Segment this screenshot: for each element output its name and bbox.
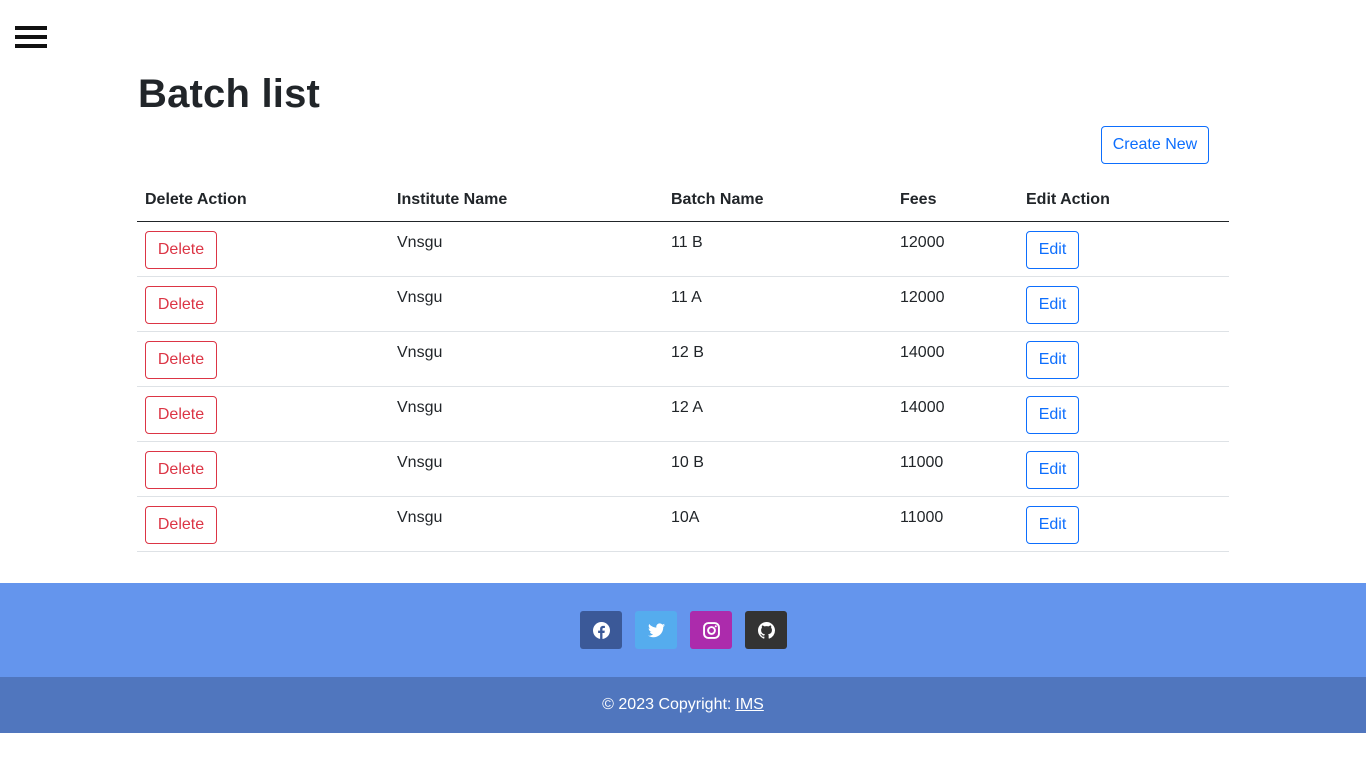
delete-button[interactable]: Delete — [145, 505, 217, 544]
copyright-text: © 2023 Copyright: — [602, 696, 732, 713]
header-delete-action: Delete Action — [137, 180, 389, 222]
delete-button[interactable]: Delete — [145, 340, 217, 379]
copyright-bar: © 2023 Copyright: IMS — [0, 677, 1366, 733]
header-batch-name: Batch Name — [663, 180, 892, 222]
instagram-icon — [702, 621, 720, 639]
batch-name-cell: 12 B — [663, 331, 892, 387]
facebook-button[interactable] — [580, 611, 622, 649]
github-button[interactable] — [745, 611, 787, 649]
page-title: Batch list — [138, 72, 321, 116]
delete-button[interactable]: Delete — [145, 450, 217, 489]
create-new-button[interactable]: Create New — [1101, 126, 1209, 164]
institute-name-cell: Vnsgu — [389, 276, 663, 332]
instagram-button[interactable] — [690, 611, 732, 649]
delete-button[interactable]: Delete — [145, 230, 217, 269]
fees-cell: 12000 — [892, 221, 1018, 277]
social-links — [580, 611, 787, 649]
header-fees: Fees — [892, 180, 1018, 222]
header-edit-action: Edit Action — [1018, 180, 1229, 222]
fees-cell: 14000 — [892, 331, 1018, 387]
ims-link[interactable]: IMS — [735, 696, 763, 714]
institute-name-cell: Vnsgu — [389, 386, 663, 442]
batch-name-cell: 12 A — [663, 386, 892, 442]
edit-button[interactable]: Edit — [1026, 450, 1079, 489]
edit-button[interactable]: Edit — [1026, 340, 1079, 379]
batch-name-cell: 11 A — [663, 276, 892, 332]
github-icon — [757, 621, 775, 639]
fees-cell: 12000 — [892, 276, 1018, 332]
twitter-icon — [647, 622, 665, 637]
table-row: Delete Vnsgu 10 B 11000 Edit — [137, 441, 1229, 497]
table-row: Delete Vnsgu 12 A 14000 Edit — [137, 386, 1229, 442]
batch-name-cell: 10 B — [663, 441, 892, 497]
edit-button[interactable]: Edit — [1026, 395, 1079, 434]
institute-name-cell: Vnsgu — [389, 496, 663, 552]
menu-bar — [15, 44, 47, 48]
batch-name-cell: 10A — [663, 496, 892, 552]
institute-name-cell: Vnsgu — [389, 221, 663, 277]
fees-cell: 11000 — [892, 496, 1018, 552]
table-row: Delete Vnsgu 11 B 12000 Edit — [137, 221, 1229, 277]
menu-bar — [15, 35, 47, 39]
edit-button[interactable]: Edit — [1026, 505, 1079, 544]
facebook-icon — [592, 621, 610, 639]
edit-button[interactable]: Edit — [1026, 230, 1079, 269]
delete-button[interactable]: Delete — [145, 395, 217, 434]
footer-social-section — [0, 583, 1366, 677]
batch-table: Delete Action Institute Name Batch Name … — [137, 180, 1229, 552]
table-row: Delete Vnsgu 10A 11000 Edit — [137, 496, 1229, 552]
menu-bar — [15, 26, 47, 30]
edit-button[interactable]: Edit — [1026, 285, 1079, 324]
table-header-row: Delete Action Institute Name Batch Name … — [137, 180, 1229, 222]
header-institute-name: Institute Name — [389, 180, 663, 222]
delete-button[interactable]: Delete — [145, 285, 217, 324]
fees-cell: 14000 — [892, 386, 1018, 442]
hamburger-menu-icon[interactable] — [15, 26, 47, 48]
table-row: Delete Vnsgu 12 B 14000 Edit — [137, 331, 1229, 387]
batch-name-cell: 11 B — [663, 221, 892, 277]
institute-name-cell: Vnsgu — [389, 441, 663, 497]
table-row: Delete Vnsgu 11 A 12000 Edit — [137, 276, 1229, 332]
twitter-button[interactable] — [635, 611, 677, 649]
fees-cell: 11000 — [892, 441, 1018, 497]
institute-name-cell: Vnsgu — [389, 331, 663, 387]
